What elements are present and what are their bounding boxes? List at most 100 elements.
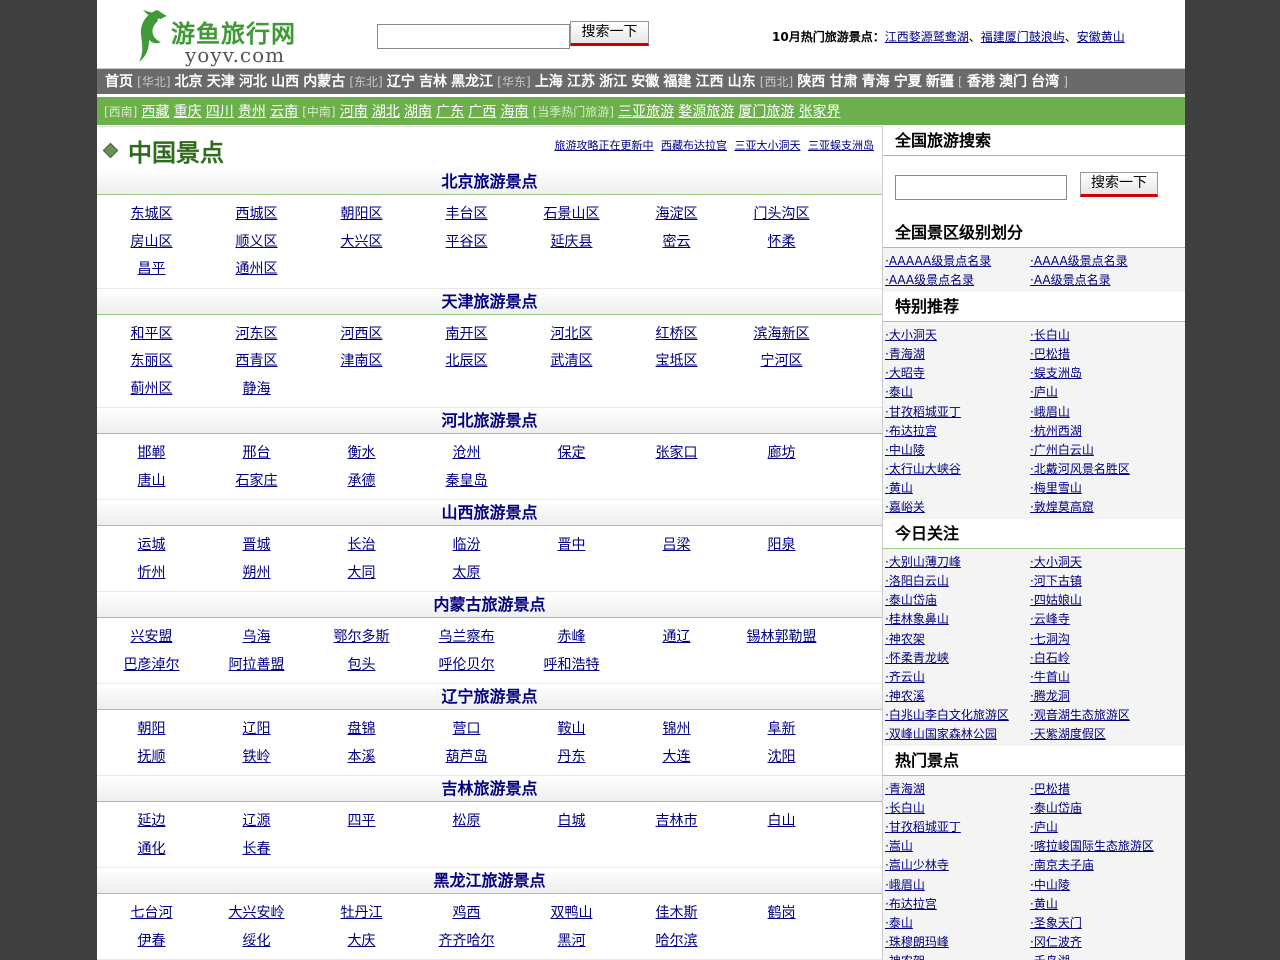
nav-link[interactable]: 宁夏 <box>894 74 922 90</box>
area-link[interactable]: 四平 <box>309 808 414 836</box>
area-link[interactable]: 双鸭山 <box>519 900 624 928</box>
sidebar-link[interactable]: AA级景点名录 <box>1030 271 1175 290</box>
nav-link[interactable]: 江西 <box>696 74 724 90</box>
nav-link[interactable]: 北京 <box>175 74 203 90</box>
sidebar-link[interactable]: 云峰寺 <box>1030 610 1175 629</box>
area-link[interactable]: 丰台区 <box>414 201 519 229</box>
sidebar-link[interactable]: 甘孜稻城亚丁 <box>885 403 1030 422</box>
area-link[interactable]: 朝阳区 <box>309 201 414 229</box>
area-link[interactable]: 东城区 <box>99 201 204 229</box>
sidebar-link[interactable]: 珠穆朗玛峰 <box>885 933 1030 952</box>
nav-link[interactable]: 上海 <box>535 74 563 90</box>
area-link[interactable]: 张家口 <box>624 440 729 468</box>
sidebar-link[interactable]: 太行山大峡谷 <box>885 460 1030 479</box>
sidebar-link[interactable]: 巴松措 <box>1030 780 1175 799</box>
area-link[interactable]: 锦州 <box>624 716 729 744</box>
nav-link[interactable]: 青海 <box>862 74 890 90</box>
sidebar-link[interactable]: 嵩山少林寺 <box>885 856 1030 875</box>
area-link[interactable]: 黑河 <box>519 928 624 956</box>
area-link[interactable]: 兴安盟 <box>99 624 204 652</box>
sidebar-link[interactable]: 白石岭 <box>1030 649 1175 668</box>
area-link[interactable]: 晋城 <box>204 532 309 560</box>
area-link[interactable]: 阳泉 <box>729 532 834 560</box>
nav-link[interactable]: 湖北 <box>372 104 400 120</box>
area-link[interactable]: 朔州 <box>204 560 309 588</box>
nav-link[interactable]: 香港 <box>967 74 995 90</box>
sidebar-link[interactable]: 黄山 <box>1030 895 1175 914</box>
area-link[interactable]: 佳木斯 <box>624 900 729 928</box>
sidebar-link[interactable]: 峨眉山 <box>1030 403 1175 422</box>
nav-link[interactable]: 贵州 <box>238 104 266 120</box>
area-link[interactable]: 大庆 <box>309 928 414 956</box>
area-link[interactable]: 宝坻区 <box>624 348 729 376</box>
sidebar-link[interactable]: 杭州西湖 <box>1030 422 1175 441</box>
sidebar-link[interactable]: 甘孜稻城亚丁 <box>885 818 1030 837</box>
nav-link[interactable]: 辽宁 <box>387 74 415 90</box>
nav-link[interactable]: 吉林 <box>419 74 447 90</box>
area-link[interactable]: 丹东 <box>519 744 624 772</box>
area-link[interactable]: 齐齐哈尔 <box>414 928 519 956</box>
nav-link[interactable]: 广东 <box>436 104 464 120</box>
sidebar-link[interactable]: 蜈支洲岛 <box>1030 364 1175 383</box>
nav-link[interactable]: 河北 <box>239 74 267 90</box>
area-link[interactable]: 鄂尔多斯 <box>309 624 414 652</box>
sidebar-link[interactable]: 天紫湖度假区 <box>1030 725 1175 744</box>
area-link[interactable]: 门头沟区 <box>729 201 834 229</box>
area-link[interactable]: 南开区 <box>414 321 519 349</box>
area-link[interactable]: 乌兰察布 <box>414 624 519 652</box>
area-link[interactable]: 顺义区 <box>204 229 309 257</box>
area-link[interactable]: 阿拉善盟 <box>204 652 309 680</box>
site-logo[interactable]: 游鱼旅行网 yoyv.com <box>127 8 307 67</box>
area-link[interactable]: 营口 <box>414 716 519 744</box>
area-link[interactable]: 辽阳 <box>204 716 309 744</box>
sidebar-link[interactable]: 圣象天门 <box>1030 914 1175 933</box>
area-link[interactable]: 本溪 <box>309 744 414 772</box>
area-link[interactable]: 吕梁 <box>624 532 729 560</box>
area-link[interactable]: 大连 <box>624 744 729 772</box>
area-link[interactable]: 晋中 <box>519 532 624 560</box>
area-link[interactable]: 吉林市 <box>624 808 729 836</box>
title-link[interactable]: 三亚大小洞天 <box>735 139 801 152</box>
area-link[interactable]: 包头 <box>309 652 414 680</box>
sidebar-link[interactable]: 牛首山 <box>1030 668 1175 687</box>
area-link[interactable]: 葫芦岛 <box>414 744 519 772</box>
nav-link[interactable]: 三亚旅游 <box>618 104 674 120</box>
sidebar-link[interactable]: 观音湖生态旅游区 <box>1030 706 1175 725</box>
area-link[interactable]: 和平区 <box>99 321 204 349</box>
area-link[interactable]: 西城区 <box>204 201 309 229</box>
area-link[interactable]: 怀柔 <box>729 229 834 257</box>
area-link[interactable]: 唐山 <box>99 468 204 496</box>
area-link[interactable]: 白城 <box>519 808 624 836</box>
nav-link[interactable]: 浙江 <box>599 74 627 90</box>
area-link[interactable]: 鸡西 <box>414 900 519 928</box>
sidebar-link[interactable]: 长白山 <box>1030 326 1175 345</box>
sidebar-link[interactable]: 中山陵 <box>885 441 1030 460</box>
area-link[interactable]: 津南区 <box>309 348 414 376</box>
area-link[interactable]: 昌平 <box>99 256 204 284</box>
area-link[interactable]: 保定 <box>519 440 624 468</box>
sidebar-link[interactable]: 齐云山 <box>885 668 1030 687</box>
area-link[interactable]: 巴彦淖尔 <box>99 652 204 680</box>
area-link[interactable]: 沧州 <box>414 440 519 468</box>
sidebar-link[interactable]: 黄山 <box>885 479 1030 498</box>
title-link[interactable]: 旅游攻略正在更新中 <box>555 139 654 152</box>
sidebar-link[interactable]: 大别山薄刀峰 <box>885 553 1030 572</box>
area-link[interactable]: 邯郸 <box>99 440 204 468</box>
area-link[interactable]: 绥化 <box>204 928 309 956</box>
area-link[interactable]: 大兴安岭 <box>204 900 309 928</box>
area-link[interactable]: 抚顺 <box>99 744 204 772</box>
nav-link[interactable]: 重庆 <box>174 104 202 120</box>
sidebar-link[interactable]: 千岛湖 <box>1030 952 1175 960</box>
sidebar-link[interactable]: 长白山 <box>885 799 1030 818</box>
area-link[interactable]: 红桥区 <box>624 321 729 349</box>
area-link[interactable]: 大同 <box>309 560 414 588</box>
sidebar-link[interactable]: 双峰山国家森林公园 <box>885 725 1030 744</box>
top-search-button[interactable]: 搜索一下 <box>570 21 649 46</box>
sidebar-link[interactable]: 神农架 <box>885 630 1030 649</box>
area-link[interactable]: 延庆县 <box>519 229 624 257</box>
area-link[interactable]: 运城 <box>99 532 204 560</box>
area-link[interactable]: 海淀区 <box>624 201 729 229</box>
sidebar-link[interactable]: 大昭寺 <box>885 364 1030 383</box>
area-link[interactable]: 西青区 <box>204 348 309 376</box>
sidebar-link[interactable]: 腾龙洞 <box>1030 687 1175 706</box>
